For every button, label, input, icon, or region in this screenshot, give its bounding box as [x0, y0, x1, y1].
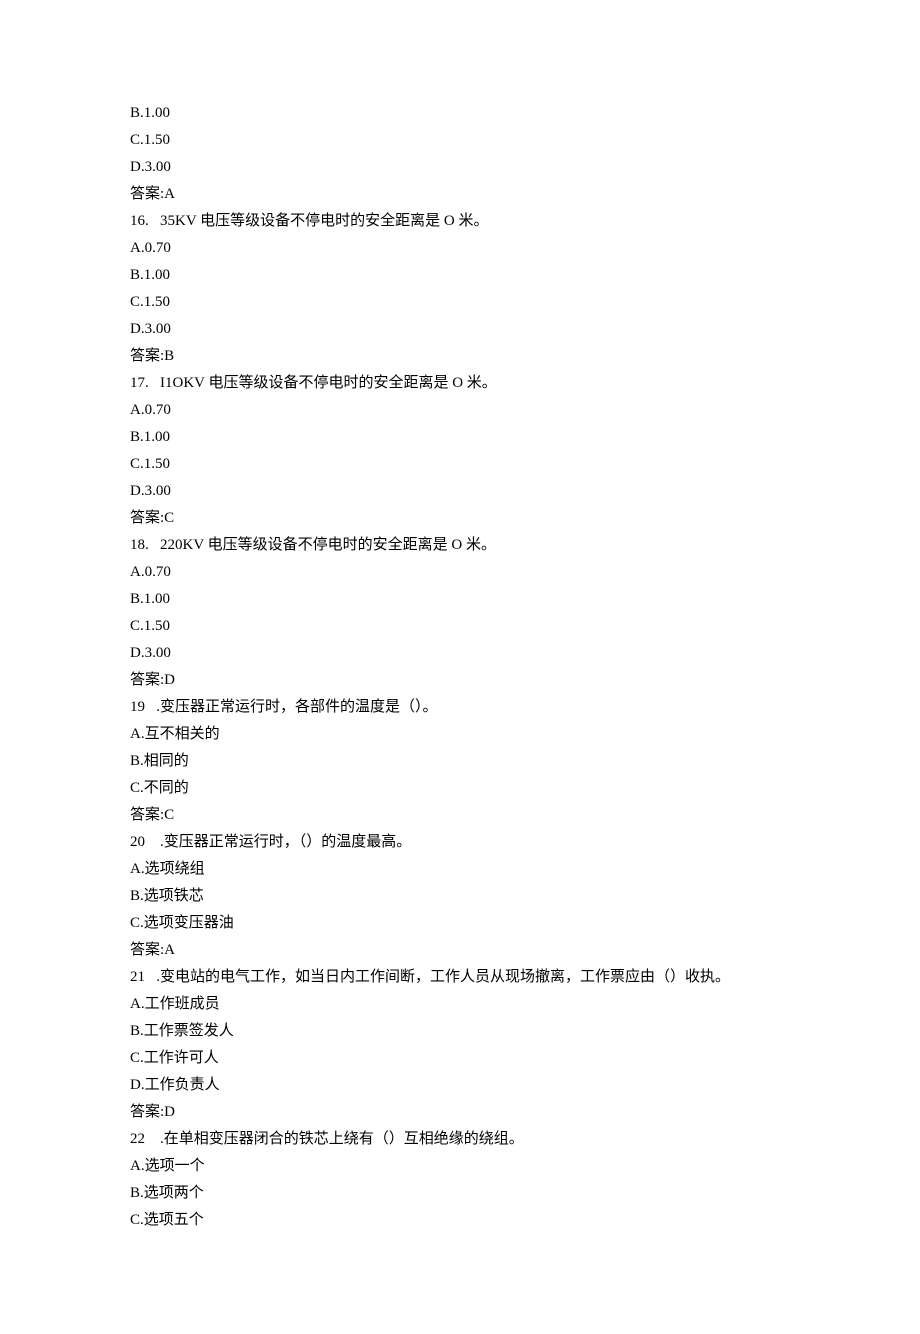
- option-text: C.1.50: [130, 451, 790, 478]
- option-text: C.1.50: [130, 127, 790, 154]
- option-text: A.工作班成员: [130, 991, 790, 1018]
- question-text: 22 .在单相变压器闭合的铁芯上绕有（）互相绝缘的绕组。: [130, 1126, 790, 1153]
- option-text: D.3.00: [130, 478, 790, 505]
- answer-text: 答案:D: [130, 667, 790, 694]
- option-text: D.3.00: [130, 154, 790, 181]
- option-text: D.工作负责人: [130, 1072, 790, 1099]
- option-text: B.工作票签发人: [130, 1018, 790, 1045]
- question-text: 16. 35KV 电压等级设备不停电时的安全距离是 O 米。: [130, 208, 790, 235]
- question-text: 18. 220KV 电压等级设备不停电时的安全距离是 O 米。: [130, 532, 790, 559]
- option-text: A.0.70: [130, 397, 790, 424]
- option-text: C.选项五个: [130, 1207, 790, 1234]
- question-text: 20 .变压器正常运行时，（）的温度最高。: [130, 829, 790, 856]
- answer-text: 答案:A: [130, 937, 790, 964]
- answer-text: 答案:D: [130, 1099, 790, 1126]
- option-text: C.1.50: [130, 289, 790, 316]
- option-text: A.互不相关的: [130, 721, 790, 748]
- answer-text: 答案:A: [130, 181, 790, 208]
- option-text: C.选项变压器油: [130, 910, 790, 937]
- question-text: 19 .变压器正常运行时，各部件的温度是（）。: [130, 694, 790, 721]
- option-text: A.选项一个: [130, 1153, 790, 1180]
- option-text: B.1.00: [130, 424, 790, 451]
- answer-text: 答案:C: [130, 505, 790, 532]
- option-text: D.3.00: [130, 316, 790, 343]
- option-text: A.选项绕组: [130, 856, 790, 883]
- option-text: B.1.00: [130, 262, 790, 289]
- option-text: A.0.70: [130, 559, 790, 586]
- option-text: B.1.00: [130, 586, 790, 613]
- question-text: 17. I1OKV 电压等级设备不停电时的安全距离是 O 米。: [130, 370, 790, 397]
- option-text: D.3.00: [130, 640, 790, 667]
- option-text: C.工作许可人: [130, 1045, 790, 1072]
- question-text: 21 .变电站的电气工作，如当日内工作间断，工作人员从现场撤离，工作票应由（）收…: [130, 964, 790, 991]
- option-text: C.1.50: [130, 613, 790, 640]
- option-text: B.1.00: [130, 100, 790, 127]
- option-text: B.相同的: [130, 748, 790, 775]
- option-text: B.选项铁芯: [130, 883, 790, 910]
- answer-text: 答案:C: [130, 802, 790, 829]
- option-text: B.选项两个: [130, 1180, 790, 1207]
- option-text: A.0.70: [130, 235, 790, 262]
- option-text: C.不同的: [130, 775, 790, 802]
- document-page: B.1.00 C.1.50 D.3.00 答案:A 16. 35KV 电压等级设…: [0, 0, 920, 1334]
- answer-text: 答案:B: [130, 343, 790, 370]
